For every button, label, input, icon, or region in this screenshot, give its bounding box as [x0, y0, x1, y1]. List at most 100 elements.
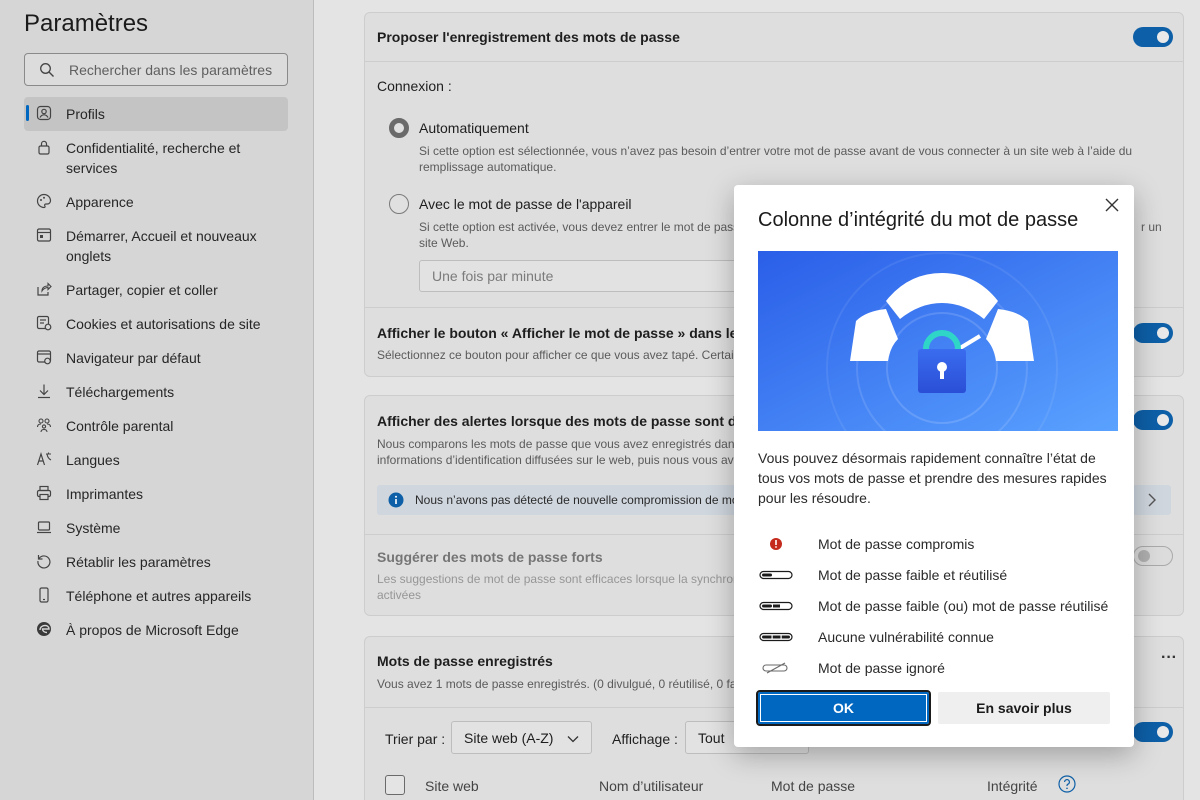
suggest-strong-description-1: Les suggestions de mot de passe sont eff…	[377, 572, 743, 586]
info-icon	[377, 492, 415, 508]
sidebar-item-downloads[interactable]: Téléchargements	[24, 375, 288, 409]
auto-description: Si cette option est sélectionnée, vous n…	[419, 144, 1133, 174]
sidebar-item-label: À propos de Microsoft Edge	[66, 622, 239, 638]
device-password-description-tail: r un	[1141, 220, 1162, 234]
search-placeholder: Rechercher dans les paramètres	[69, 61, 273, 78]
sidebar-item-start-home[interactable]: Démarrer, Accueil et nouveaux onglets	[24, 219, 288, 273]
alerts-toggle[interactable]	[1133, 410, 1173, 430]
close-icon[interactable]	[1102, 195, 1122, 215]
offer-save-toggle[interactable]	[1133, 27, 1173, 47]
sidebar-item-privacy[interactable]: Confidentialité, recherche et services	[24, 131, 288, 185]
offer-save-label: Proposer l'enregistrement des mots de pa…	[377, 29, 680, 45]
sidebar-item-label: Navigateur par défaut	[66, 350, 201, 366]
lock-icon	[36, 138, 66, 156]
sidebar-item-phone-devices[interactable]: Téléphone et autres appareils	[24, 579, 288, 613]
family-icon	[36, 416, 66, 434]
sidebar-item-label: Apparence	[66, 194, 134, 210]
saved-passwords-summary: Vous avez 1 mots de passe enregistrés. (…	[377, 677, 746, 691]
learn-more-button[interactable]: En savoir plus	[938, 692, 1110, 724]
suggest-strong-description-2: activées	[377, 588, 422, 602]
device-password-description-2: site Web.	[419, 236, 469, 250]
legend-label: Aucune vulnérabilité connue	[818, 628, 994, 645]
select-all-checkbox[interactable]	[385, 775, 405, 795]
sidebar-item-reset[interactable]: Rétablir les paramètres	[24, 545, 288, 579]
password-health-dialog: Colonne d’intégrité du mot de passe Vous…	[734, 185, 1134, 747]
legend-item: Mot de passe faible (ou) mot de passe ré…	[758, 590, 1118, 621]
sidebar-item-profiles[interactable]: Profils	[24, 97, 288, 131]
settings-nav: Profils Confidentialité, recherche et se…	[24, 97, 288, 647]
reset-icon	[36, 552, 66, 570]
sidebar-item-share-copy-paste[interactable]: Partager, copier et coller	[24, 273, 288, 307]
sidebar-item-printers[interactable]: Imprimantes	[24, 477, 288, 511]
password-health-illustration	[758, 251, 1118, 431]
suggest-strong-title: Suggérer des mots de passe forts	[377, 549, 603, 565]
settings-sidebar: Paramètres Rechercher dans les paramètre…	[0, 0, 314, 800]
device-password-description: Si cette option est activée, vous devez …	[419, 220, 740, 234]
sidebar-item-languages[interactable]: Langues	[24, 443, 288, 477]
view-value: Tout	[698, 729, 725, 746]
column-site[interactable]: Site web	[425, 778, 479, 794]
ok-button[interactable]: OK	[756, 690, 931, 726]
legend-label: Mot de passe faible et réutilisé	[818, 566, 1008, 583]
device-password-radio[interactable]	[389, 194, 409, 214]
phone-icon	[36, 586, 66, 604]
show-password-button-title: Afficher le bouton « Afficher le mot de …	[377, 325, 757, 341]
column-password[interactable]: Mot de passe	[771, 778, 855, 794]
sidebar-item-system[interactable]: Système	[24, 511, 288, 545]
settings-title: Paramètres	[24, 10, 149, 37]
sidebar-item-label: Système	[66, 520, 121, 536]
sidebar-item-appearance[interactable]: Apparence	[24, 185, 288, 219]
strength-3-icon	[758, 632, 818, 642]
column-health[interactable]: Intégrité	[987, 778, 1038, 794]
saved-passwords-title: Mots de passe enregistrés	[377, 653, 553, 669]
saved-passwords-toggle[interactable]	[1133, 722, 1173, 742]
sidebar-item-label: Partager, copier et coller	[66, 282, 218, 298]
suggest-strong-toggle[interactable]	[1133, 546, 1173, 566]
legend-label: Mot de passe faible (ou) mot de passe ré…	[818, 597, 1109, 614]
connexion-label: Connexion :	[377, 78, 452, 94]
sidebar-item-label: Contrôle parental	[66, 418, 174, 434]
sort-select[interactable]: Site web (A-Z)	[451, 721, 592, 754]
auto-radio[interactable]	[389, 118, 409, 138]
sidebar-item-label: Téléchargements	[66, 384, 175, 400]
alerts-title: Afficher des alertes lorsque des mots de…	[377, 413, 757, 429]
health-legend: Mot de passe compromis Mot de passe faib…	[758, 528, 1118, 683]
alert-icon	[758, 537, 818, 551]
sidebar-item-default-browser[interactable]: Navigateur par défaut	[24, 341, 288, 375]
sidebar-item-label: Profils	[66, 106, 105, 122]
help-icon[interactable]	[1058, 775, 1076, 798]
printer-icon	[36, 484, 66, 502]
alerts-info-text: Nous n’avons pas détecté de nouvelle com…	[415, 493, 739, 507]
sidebar-item-cookies[interactable]: Cookies et autorisations de site	[24, 307, 288, 341]
column-username[interactable]: Nom d’utilisateur	[599, 778, 703, 794]
sidebar-item-label: Rétablir les paramètres	[66, 554, 211, 570]
legend-label: Mot de passe compromis	[818, 535, 975, 552]
default-browser-icon	[36, 348, 66, 366]
show-password-button-description: Sélectionnez ce bouton pour afficher ce …	[377, 348, 741, 362]
sidebar-item-parental-control[interactable]: Contrôle parental	[24, 409, 288, 443]
device-password-label: Avec le mot de passe de l'appareil	[419, 196, 632, 212]
sidebar-item-label: Téléphone et autres appareils	[66, 588, 252, 604]
alerts-description-2: informations d’identification diffusées …	[377, 453, 734, 467]
strength-1-icon	[758, 570, 818, 580]
profile-icon	[36, 104, 66, 122]
sort-value: Site web (A-Z)	[464, 729, 554, 746]
more-options-button[interactable]: ···	[1161, 649, 1177, 667]
sidebar-item-about-edge[interactable]: À propos de Microsoft Edge	[24, 613, 288, 647]
legend-item: Mot de passe compromis	[758, 528, 1118, 559]
start-page-icon	[36, 226, 66, 244]
download-icon	[36, 382, 66, 400]
view-label: Affichage :	[612, 731, 678, 747]
show-password-toggle[interactable]	[1133, 323, 1173, 343]
search-icon	[25, 62, 69, 78]
sidebar-item-label: Confidentialité, recherche et services	[66, 140, 241, 176]
ignored-icon	[758, 662, 818, 674]
frequency-value: Une fois par minute	[432, 268, 554, 284]
sort-label: Trier par :	[385, 731, 446, 747]
settings-search-input[interactable]: Rechercher dans les paramètres	[24, 53, 288, 86]
sidebar-item-label: Imprimantes	[66, 486, 144, 502]
dialog-title: Colonne d’intégrité du mot de passe	[758, 209, 1079, 231]
cookies-permissions-icon	[36, 314, 66, 332]
frequency-select[interactable]: Une fois par minute	[419, 260, 739, 292]
laptop-icon	[36, 518, 66, 536]
